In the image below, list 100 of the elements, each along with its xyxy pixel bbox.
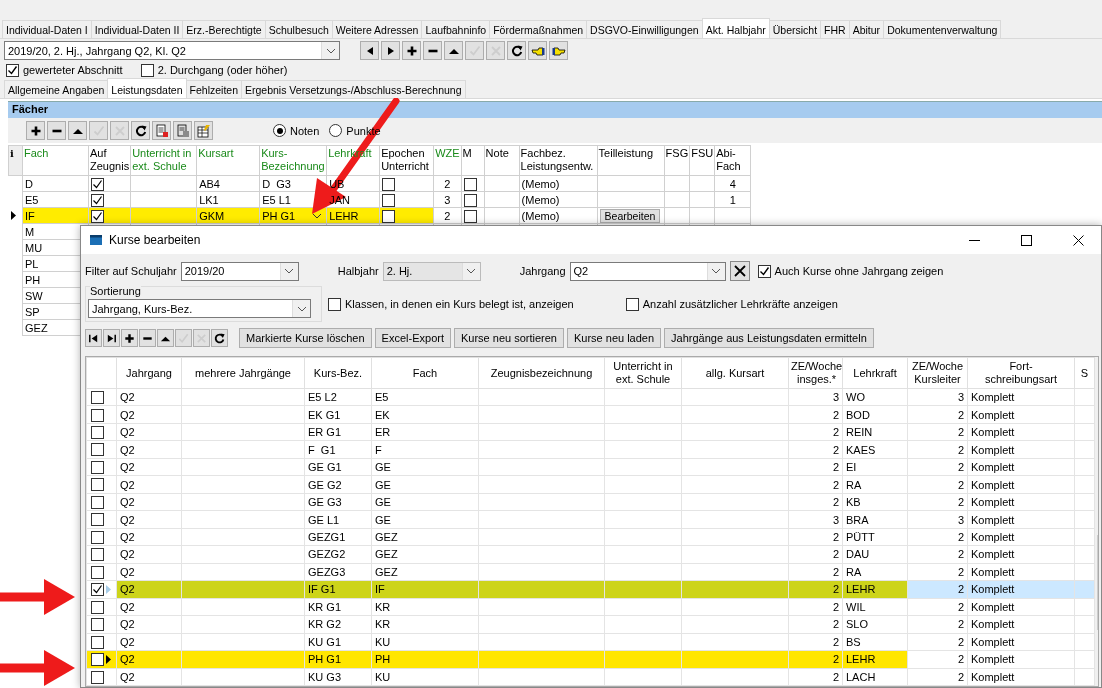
clear-button[interactable] — [729, 261, 750, 281]
checkbox[interactable] — [463, 193, 477, 207]
table-cell: Q2 — [120, 600, 135, 613]
checkbox[interactable] — [91, 391, 104, 405]
checkbox[interactable] — [91, 583, 104, 597]
tab[interactable]: Dokumentenverwaltung — [883, 20, 1002, 38]
checkbox[interactable] — [91, 443, 104, 457]
table-cell: 2 — [832, 635, 839, 648]
table-cell: BOD — [846, 408, 870, 421]
table-cell: 2 — [444, 177, 451, 190]
tab[interactable]: DSGVO-Einwilligungen — [586, 20, 703, 38]
table-cell: 3 — [832, 513, 839, 526]
radio-button[interactable] — [329, 124, 343, 137]
radio-button[interactable] — [273, 124, 286, 137]
table-cell: E5 L2 — [308, 391, 337, 404]
next-button[interactable] — [381, 41, 400, 60]
filter-dropdown[interactable]: Q2 — [569, 261, 726, 281]
action-button[interactable]: Kurse neu laden — [566, 328, 662, 348]
checkbox[interactable] — [91, 635, 104, 649]
column-header: Unterricht in ext. Schule — [612, 360, 674, 386]
table-cell: GE — [375, 513, 391, 526]
action-button[interactable]: Markierte Kurse löschen — [239, 328, 372, 348]
column-header: Fachbez. Leistungsentw. — [519, 145, 598, 176]
add-button[interactable] — [402, 41, 421, 60]
checkbox[interactable] — [91, 618, 104, 632]
checkbox[interactable] — [91, 670, 104, 684]
checkbox[interactable] — [91, 495, 104, 509]
import-button[interactable] — [173, 121, 192, 140]
hand-button[interactable] — [549, 41, 568, 60]
checkbox[interactable] — [91, 565, 104, 579]
checkbox[interactable] — [625, 297, 639, 311]
table-cell: 3 — [444, 193, 451, 206]
checkbox[interactable] — [91, 478, 104, 492]
table-cell: 2 — [832, 496, 839, 509]
table-cell: GEZG1 — [308, 531, 346, 543]
first-button[interactable] — [85, 329, 102, 347]
table-cell: KR — [375, 618, 391, 631]
checkbox[interactable] — [91, 600, 104, 614]
export-button[interactable] — [152, 121, 171, 140]
tab[interactable]: Erz.-Berechtigte — [182, 20, 266, 38]
edit-button[interactable]: Bearbeiten — [599, 208, 661, 223]
tab[interactable]: Individual-Daten I — [2, 20, 92, 38]
tab[interactable]: Ergebnis Versetzungs-/Abschluss-Berechnung — [241, 80, 466, 98]
checkbox[interactable] — [463, 177, 477, 191]
tab[interactable]: Allgemeine Angaben — [4, 80, 109, 98]
period-dropdown[interactable]: 2019/20, 2. Hj., Jahrgang Q2, Kl. Q2 — [4, 41, 340, 60]
table-cell: Q2 — [120, 653, 135, 666]
filter-dropdown[interactable]: 2019/20 — [180, 261, 299, 281]
delete-button[interactable] — [47, 121, 66, 140]
move-up-button[interactable] — [68, 121, 87, 140]
table-cell: 1 — [729, 193, 736, 206]
previous-button[interactable] — [360, 41, 379, 60]
checkbox[interactable] — [91, 425, 104, 439]
table-cell: 2 — [957, 635, 964, 648]
table-button[interactable] — [194, 121, 213, 140]
checkbox[interactable] — [463, 209, 477, 223]
add-button[interactable] — [26, 121, 45, 140]
move-up-button[interactable] — [157, 329, 174, 347]
sort-dropdown[interactable]: Jahrgang, Kurs-Bez. — [88, 299, 311, 318]
column-header: Auf Zeugnis — [88, 145, 131, 176]
refresh-button[interactable] — [211, 329, 228, 347]
table-cell: Q2 — [120, 461, 135, 474]
checkbox[interactable] — [382, 209, 396, 223]
checkbox[interactable] — [91, 408, 104, 422]
hand-button[interactable] — [528, 41, 547, 60]
checkbox[interactable] — [382, 193, 396, 207]
action-button[interactable]: Jahrgänge aus Leistungsdaten ermitteln — [664, 328, 874, 348]
move-up-button[interactable] — [444, 41, 463, 60]
table-cell: KU — [375, 670, 391, 683]
table-cell: 2 — [832, 461, 839, 474]
table-cell: 2 — [832, 583, 839, 596]
table-cell: WIL — [846, 600, 866, 613]
checkbox[interactable] — [140, 63, 154, 77]
checkbox[interactable] — [91, 460, 104, 474]
checkbox[interactable] — [91, 513, 104, 527]
checkbox[interactable] — [91, 177, 104, 191]
checkbox[interactable] — [91, 653, 104, 667]
refresh-button[interactable] — [131, 121, 150, 140]
table-cell: PH — [375, 653, 391, 666]
last-button[interactable] — [103, 329, 120, 347]
checkbox[interactable] — [91, 548, 104, 562]
refresh-button[interactable] — [507, 41, 526, 60]
table-cell: BRA — [846, 513, 869, 526]
checkbox[interactable] — [91, 209, 104, 223]
table-cell: Q2 — [120, 496, 135, 509]
add-button[interactable] — [121, 329, 138, 347]
delete-button[interactable] — [139, 329, 156, 347]
tab[interactable]: Leistungsdaten — [107, 78, 187, 98]
table-cell: REIN — [846, 426, 873, 439]
delete-button[interactable] — [423, 41, 442, 60]
checkbox[interactable] — [91, 530, 104, 544]
action-button[interactable]: Excel-Export — [374, 328, 451, 348]
action-button[interactable]: Kurse neu sortieren — [453, 328, 564, 348]
checkbox[interactable] — [91, 193, 104, 207]
checkbox[interactable] — [382, 177, 396, 191]
checkbox[interactable] — [757, 264, 771, 278]
tab[interactable]: Akt. Halbjahr — [701, 18, 770, 38]
checkbox[interactable] — [328, 297, 341, 311]
checkbox[interactable] — [6, 63, 19, 77]
table-cell: LK1 — [199, 193, 219, 206]
